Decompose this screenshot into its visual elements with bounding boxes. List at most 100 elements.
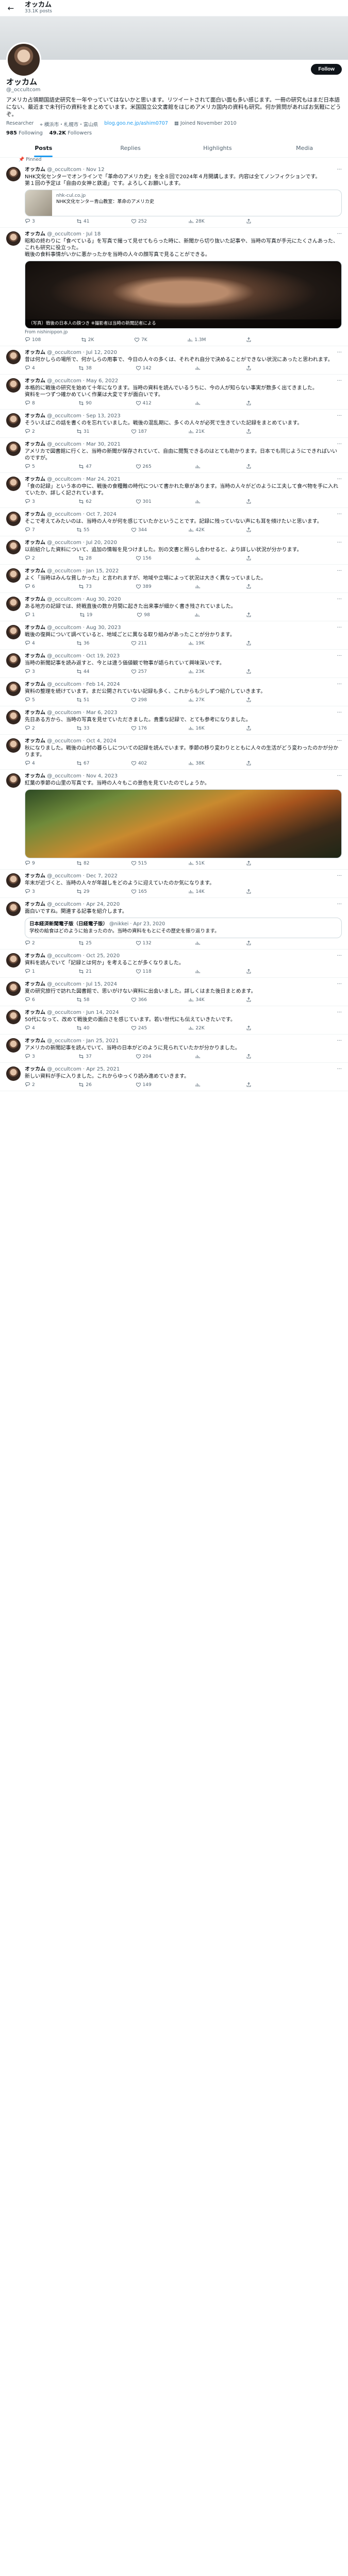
more-icon[interactable]: ··· xyxy=(337,350,342,356)
tweet-avatar[interactable] xyxy=(6,981,21,996)
repost-button[interactable]: 26 xyxy=(78,1082,92,1088)
more-icon[interactable]: ··· xyxy=(337,738,342,744)
tweet-author[interactable]: オッカム xyxy=(25,442,45,447)
tweet-avatar[interactable] xyxy=(6,953,21,968)
tweet-avatar[interactable] xyxy=(6,682,21,696)
views-button[interactable]: 16K xyxy=(188,725,205,731)
arrow-left-icon[interactable]: ← xyxy=(5,3,16,14)
reply-button[interactable]: 1 xyxy=(25,612,35,618)
reply-button[interactable]: 3 xyxy=(25,218,35,224)
tweet-avatar[interactable] xyxy=(6,568,21,583)
tweet-avatar[interactable] xyxy=(6,231,21,246)
link-card[interactable]: nhk-cul.co.jp NHK文化センター青山教室：革命のアメリカ史 xyxy=(25,190,342,216)
like-button[interactable]: 149 xyxy=(136,1082,152,1088)
tweet[interactable]: オッカム @_occultcom · Jul 20, 2020 ··· 以前紹介した… xyxy=(0,536,348,565)
repost-button[interactable]: 47 xyxy=(78,464,92,469)
share-button[interactable] xyxy=(246,640,252,646)
more-icon[interactable]: ··· xyxy=(337,625,342,631)
tweet-avatar[interactable] xyxy=(6,350,21,364)
tweet-author[interactable]: オッカム xyxy=(25,682,45,687)
tweet-author[interactable]: オッカム xyxy=(25,167,45,173)
repost-button[interactable]: 2K xyxy=(81,337,94,343)
views-button[interactable]: 28K xyxy=(188,218,205,224)
tweet[interactable]: オッカム @_occultcom · Oct 25, 2020 ··· 資料を読んで… xyxy=(0,950,348,978)
tweet[interactable]: オッカム @_occultcom · Nov 12 ··· NHK文化センターでオン… xyxy=(0,163,348,228)
more-icon[interactable]: ··· xyxy=(337,873,342,879)
media-source[interactable]: From nishinippon.jp xyxy=(25,330,342,335)
like-button[interactable]: 344 xyxy=(131,527,147,533)
share-button[interactable] xyxy=(246,1082,252,1088)
reply-button[interactable]: 2 xyxy=(25,1082,35,1088)
more-icon[interactable]: ··· xyxy=(337,231,342,238)
more-icon[interactable]: ··· xyxy=(337,682,342,688)
share-button[interactable] xyxy=(246,218,252,224)
share-button[interactable] xyxy=(246,697,252,703)
repost-button[interactable]: 29 xyxy=(76,889,90,894)
views-button[interactable]: 42K xyxy=(188,527,205,533)
repost-button[interactable]: 73 xyxy=(78,584,92,589)
reply-button[interactable]: 1 xyxy=(25,969,35,974)
reply-button[interactable]: 7 xyxy=(25,527,35,533)
like-button[interactable]: 211 xyxy=(131,640,147,646)
tweet[interactable]: オッカム @_occultcom · Oct 4, 2024 ··· 秋になりました… xyxy=(0,735,348,770)
like-button[interactable]: 245 xyxy=(131,1025,147,1031)
like-button[interactable]: 298 xyxy=(131,697,147,703)
more-icon[interactable]: ··· xyxy=(337,1038,342,1044)
tweet-avatar[interactable] xyxy=(6,442,21,456)
reply-button[interactable]: 5 xyxy=(25,464,35,469)
repost-button[interactable]: 21 xyxy=(78,969,92,974)
like-button[interactable]: 366 xyxy=(131,997,147,1003)
tweet[interactable]: オッカム @_occultcom · May 6, 2022 ··· 本格的に戦後の… xyxy=(0,375,348,410)
more-icon[interactable]: ··· xyxy=(337,902,342,908)
following-link[interactable]: 985 Following xyxy=(6,130,43,136)
tweet[interactable]: オッカム @_occultcom · Mar 6, 2023 ··· 先日ある方から… xyxy=(0,706,348,735)
more-icon[interactable]: ··· xyxy=(337,953,342,959)
like-button[interactable]: 204 xyxy=(136,1054,152,1059)
like-button[interactable]: 412 xyxy=(136,400,152,406)
tweet-author[interactable]: オッカム xyxy=(25,477,45,482)
views-button[interactable] xyxy=(195,555,202,561)
tweet[interactable]: オッカム @_occultcom · Aug 30, 2023 ··· 戦後の復興に… xyxy=(0,621,348,650)
like-button[interactable]: 176 xyxy=(131,725,147,731)
share-button[interactable] xyxy=(246,969,252,974)
views-button[interactable] xyxy=(195,584,202,589)
tweet[interactable]: オッカム @_occultcom · Feb 14, 2024 ··· 資料の整理を… xyxy=(0,678,348,706)
share-button[interactable] xyxy=(246,527,252,533)
repost-button[interactable]: 33 xyxy=(76,725,90,731)
repost-button[interactable]: 28 xyxy=(78,555,92,561)
views-button[interactable]: 19K xyxy=(188,640,205,646)
share-button[interactable] xyxy=(246,464,252,469)
tweet[interactable]: オッカム @_occultcom · Jan 25, 2021 ··· アメリカの新… xyxy=(0,1035,348,1063)
reply-button[interactable]: 4 xyxy=(25,640,35,646)
tweet[interactable]: オッカム @_occultcom · Nov 4, 2023 ··· 紅葉の季節の山… xyxy=(0,770,348,870)
tweet-avatar[interactable] xyxy=(6,902,21,916)
tweet[interactable]: オッカム @_occultcom · Jun 14, 2024 ··· 50代になっ… xyxy=(0,1006,348,1035)
tweet-avatar[interactable] xyxy=(6,873,21,888)
tweet-author[interactable]: オッカム xyxy=(25,597,45,602)
share-button[interactable] xyxy=(246,669,252,674)
like-button[interactable]: 301 xyxy=(136,499,152,504)
share-button[interactable] xyxy=(246,584,252,589)
share-button[interactable] xyxy=(246,1054,252,1059)
followers-link[interactable]: 49.2K Followers xyxy=(49,130,92,136)
tweet-author[interactable]: オッカム xyxy=(25,902,45,907)
repost-button[interactable]: 40 xyxy=(76,1025,90,1031)
views-button[interactable] xyxy=(195,365,202,371)
tweet-author[interactable]: オッカム xyxy=(25,773,45,779)
share-button[interactable] xyxy=(246,400,252,406)
like-button[interactable]: 257 xyxy=(131,669,147,674)
share-button[interactable] xyxy=(246,555,252,561)
more-icon[interactable]: ··· xyxy=(337,413,342,419)
reply-button[interactable]: 4 xyxy=(25,760,35,766)
views-button[interactable]: 51K xyxy=(188,860,205,866)
views-button[interactable]: 14K xyxy=(188,889,205,894)
tweet-avatar[interactable] xyxy=(6,653,21,668)
like-button[interactable]: 7K xyxy=(134,337,147,343)
share-button[interactable] xyxy=(246,1025,252,1031)
tweet[interactable]: オッカム @_occultcom · Jan 15, 2022 ··· よく「当時は… xyxy=(0,565,348,593)
more-icon[interactable]: ··· xyxy=(337,710,342,716)
tab-replies[interactable]: Replies xyxy=(87,139,174,157)
tweet-avatar[interactable] xyxy=(6,1066,21,1081)
tweet-avatar[interactable] xyxy=(6,167,21,181)
more-icon[interactable]: ··· xyxy=(337,477,342,483)
